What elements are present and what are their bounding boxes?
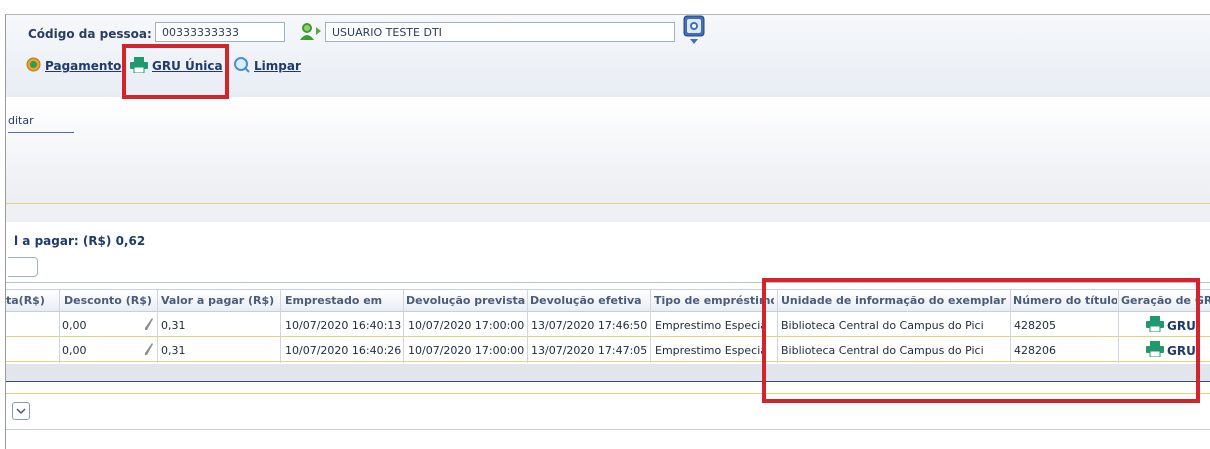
pagamento-label: Pagamento xyxy=(45,59,122,73)
bottom-border xyxy=(6,429,1210,430)
highlight-box-gru-unica xyxy=(122,44,229,99)
chevron-down-icon xyxy=(16,405,26,418)
cell-emprestado: 10/07/2020 16:40:26 xyxy=(285,344,402,357)
total-a-pagar: l a pagar: (R$) 0,62 xyxy=(14,234,146,248)
tab-editar[interactable]: ditar xyxy=(8,114,34,127)
col-divider xyxy=(157,289,158,363)
col-divider xyxy=(59,289,60,363)
cell-valor: 0,31 xyxy=(161,344,186,357)
pagamento-button[interactable]: Pagamento xyxy=(26,57,121,75)
cell-tipo: Emprestimo Especial xyxy=(655,344,765,357)
money-icon xyxy=(26,57,41,75)
col-header-emprestado[interactable]: Emprestado em xyxy=(285,294,400,307)
limpar-button[interactable]: Limpar xyxy=(234,56,301,76)
col-divider xyxy=(527,289,528,363)
col-header-multa[interactable]: ta(R$) xyxy=(6,294,58,307)
cell-efetiva: 13/07/2020 17:46:50 xyxy=(531,319,648,332)
col-divider xyxy=(280,289,281,363)
cell-prevista: 10/07/2020 17:00:00 xyxy=(408,344,525,357)
cell-valor: 0,31 xyxy=(161,319,186,332)
cell-desconto: 0,00 xyxy=(62,344,87,357)
highlight-box-unidade-columns xyxy=(762,278,1200,403)
limpar-label: Limpar xyxy=(254,59,301,73)
codigo-label: Código da pessoa: xyxy=(28,27,152,41)
filter-input[interactable] xyxy=(8,257,38,277)
camera-icon[interactable] xyxy=(682,15,708,45)
col-divider xyxy=(403,289,404,363)
edit-pencil-icon[interactable] xyxy=(144,342,154,356)
magnifier-icon xyxy=(234,56,250,76)
col-header-tipo[interactable]: Tipo de empréstimo xyxy=(654,294,774,307)
panel-footer xyxy=(6,204,1210,222)
cell-tipo: Emprestimo Especial xyxy=(655,319,765,332)
nome-input[interactable]: USUARIO TESTE DTI xyxy=(325,22,675,42)
cell-emprestado: 10/07/2020 16:40:13 xyxy=(285,319,402,332)
col-divider xyxy=(650,289,651,363)
col-header-efetiva[interactable]: Devolução efetiva xyxy=(530,294,648,307)
cell-desconto: 0,00 xyxy=(62,319,87,332)
codigo-input[interactable]: 00333333333 xyxy=(155,22,285,42)
window-top xyxy=(0,0,1210,14)
col-header-prevista[interactable]: Devolução prevista xyxy=(406,294,526,307)
page-select[interactable] xyxy=(12,402,30,420)
cell-efetiva: 13/07/2020 17:47:05 xyxy=(531,344,648,357)
editor-panel xyxy=(6,97,1210,203)
cell-prevista: 10/07/2020 17:00:00 xyxy=(408,319,525,332)
edit-pencil-icon[interactable] xyxy=(144,317,154,331)
person-search-icon[interactable] xyxy=(297,21,323,41)
col-header-valor[interactable]: Valor a pagar (R$) xyxy=(161,294,277,307)
tab-underline xyxy=(8,132,74,133)
col-header-desconto[interactable]: Desconto (R$) xyxy=(64,294,156,307)
